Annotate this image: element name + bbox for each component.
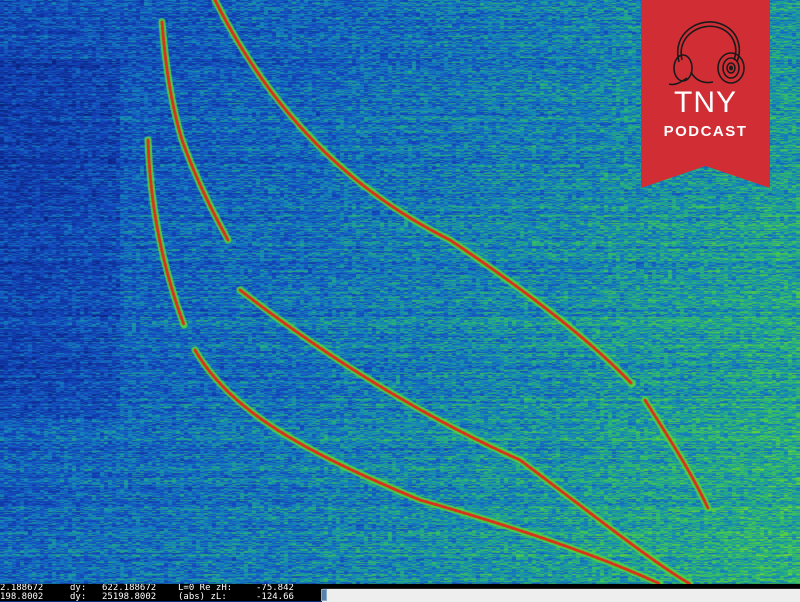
scrollbar-thumb[interactable] <box>321 589 327 601</box>
horizontal-scrollbar[interactable] <box>316 584 800 602</box>
badge-subtitle: PODCAST <box>663 123 748 140</box>
readout-dy-value: 25198.8002 <box>102 592 157 602</box>
readout-row-2: 198.8002 dy: 25198.8002 (abs) zL: -124.6… <box>0 593 294 602</box>
scrollbar-track[interactable] <box>322 588 800 602</box>
readout-x-value: 198.8002 <box>0 592 44 602</box>
headphones-icon <box>668 21 745 86</box>
readout-mode-label: (abs) zL: <box>178 592 227 602</box>
coordinate-readout: 2.188672 dy: 622.188672 L=0 Re zH: -75.8… <box>0 584 316 601</box>
podcast-badge: TNY PODCAST <box>641 0 770 188</box>
badge-title: TNY <box>674 86 737 119</box>
readout-level-value: -124.66 <box>256 592 294 602</box>
readout-dy-label: dy: <box>70 592 87 602</box>
